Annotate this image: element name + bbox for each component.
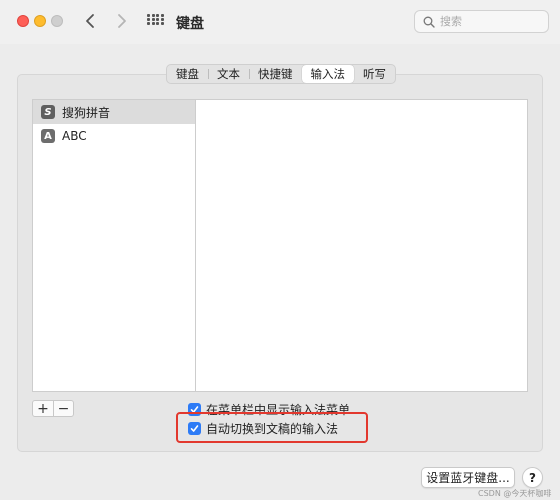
forward-button[interactable]	[114, 12, 130, 30]
setup-bluetooth-keyboard-button[interactable]: 设置蓝牙键盘...	[421, 467, 515, 488]
annotation-highlight-box	[176, 412, 368, 443]
list-item-sogou[interactable]: S 搜狗拼音	[33, 100, 195, 124]
close-window-button[interactable]	[17, 15, 29, 27]
sogou-input-icon: S	[41, 105, 55, 119]
window-title: 键盘	[176, 16, 204, 32]
tab-dictation[interactable]: 听写	[354, 65, 395, 83]
search-icon	[423, 16, 435, 28]
zoom-window-button[interactable]	[51, 15, 63, 27]
input-source-list: S 搜狗拼音 A ABC	[32, 99, 196, 392]
search-input[interactable]	[440, 15, 540, 28]
list-item-label: ABC	[62, 129, 87, 143]
back-button[interactable]	[82, 12, 98, 30]
tab-bar: 键盘 文本 快捷键 输入法 听写	[166, 64, 396, 84]
title-bar: 键盘	[0, 0, 560, 44]
watermark: CSDN @今天杯咖啡	[478, 489, 552, 498]
help-button[interactable]: ?	[522, 467, 543, 488]
tab-text[interactable]: 文本	[208, 65, 249, 83]
minimize-window-button[interactable]	[34, 15, 46, 27]
list-item-abc[interactable]: A ABC	[33, 124, 195, 148]
list-add-remove-control: + −	[32, 400, 74, 417]
abc-input-icon: A	[41, 129, 55, 143]
chevron-left-icon	[86, 14, 94, 28]
chevron-right-icon	[118, 14, 126, 28]
remove-input-source-button[interactable]: −	[53, 401, 73, 417]
tab-shortcuts[interactable]: 快捷键	[249, 65, 302, 83]
search-field[interactable]	[414, 10, 549, 33]
input-source-detail	[195, 99, 528, 392]
add-input-source-button[interactable]: +	[33, 401, 53, 417]
list-item-label: 搜狗拼音	[62, 105, 111, 120]
show-all-grid-icon[interactable]	[147, 14, 164, 29]
tab-keyboard[interactable]: 键盘	[167, 65, 208, 83]
tab-input-sources[interactable]: 输入法	[301, 65, 354, 83]
